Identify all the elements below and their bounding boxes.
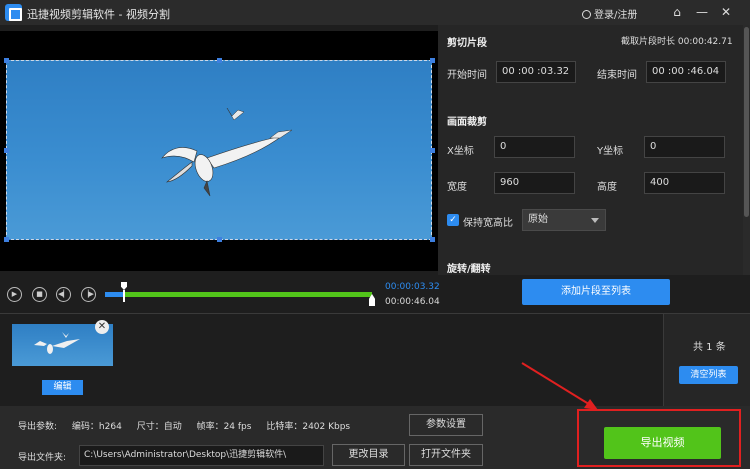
crop-section-title: 画面裁剪 <box>447 117 487 128</box>
params-label: 导出参数: <box>18 422 58 432</box>
settings-button[interactable]: 参数设置 <box>409 414 483 436</box>
start-marker[interactable] <box>121 282 127 307</box>
open-folder-button[interactable]: 打开文件夹 <box>409 444 483 466</box>
fps-value: 帧率：24 fps <box>196 422 252 432</box>
title-bar: 迅捷视频剪辑软件 - 视频分割 登录/注册 ⌂ — ✕ <box>0 0 750 25</box>
panel-scrollbar[interactable] <box>743 25 750 275</box>
login-link[interactable]: 登录/注册 <box>582 6 637 21</box>
crop-area[interactable] <box>6 60 432 240</box>
crop-handle[interactable] <box>217 237 222 242</box>
close-icon[interactable]: ✕ <box>718 4 734 20</box>
video-preview[interactable] <box>0 31 438 271</box>
clip-list: ✕ 编辑 <box>0 314 663 406</box>
crop-handle[interactable] <box>4 58 9 63</box>
check-icon: ✓ <box>449 215 457 225</box>
clip-duration: 截取片段时长 00:00:42.71 <box>621 37 733 47</box>
timeline: ▶ ■ ◀▏ ▕▶ 00:00:03.32 00:00:46.04 <box>0 277 440 313</box>
crop-handle[interactable] <box>4 148 9 153</box>
birds-image <box>161 107 293 197</box>
start-time-label: 开始时间 <box>447 70 487 81</box>
crop-handle[interactable] <box>430 237 435 242</box>
settings-panel: 剪切片段 截取片段时长 00:00:42.71 开始时间 00 :00 :03.… <box>438 25 750 275</box>
keep-ratio-checkbox[interactable]: ✓ <box>447 214 459 226</box>
crop-handle[interactable] <box>430 148 435 153</box>
add-clip-button[interactable]: 添加片段至列表 <box>522 279 670 305</box>
width-input[interactable]: 960 <box>494 172 575 194</box>
next-frame-icon[interactable]: ▕▶ <box>81 287 96 302</box>
user-icon <box>582 10 591 19</box>
x-input[interactable]: 0 <box>494 136 575 158</box>
crop-handle[interactable] <box>217 58 222 63</box>
crop-handle[interactable] <box>430 58 435 63</box>
cut-section-title: 剪切片段 <box>447 38 487 49</box>
play-icon[interactable]: ▶ <box>7 287 22 302</box>
end-time-label: 结束时间 <box>597 70 637 81</box>
y-label: Y坐标 <box>597 146 624 157</box>
app-logo-icon <box>5 4 22 21</box>
x-label: X坐标 <box>447 146 474 157</box>
home-icon[interactable]: ⌂ <box>669 4 685 20</box>
export-video-button[interactable]: 导出视频 <box>604 427 721 459</box>
stop-icon[interactable]: ■ <box>32 287 47 302</box>
change-dir-button[interactable]: 更改目录 <box>332 444 405 466</box>
prev-frame-icon[interactable]: ◀▏ <box>56 287 71 302</box>
crop-handle[interactable] <box>4 237 9 242</box>
current-time: 00:00:03.32 <box>385 282 440 292</box>
clear-list-button[interactable]: 清空列表 <box>679 366 738 384</box>
list-summary: 共 1 条 清空列表 <box>663 314 750 406</box>
remove-clip-icon[interactable]: ✕ <box>95 320 109 334</box>
start-time-input[interactable]: 00 :00 :03.32 <box>496 61 576 83</box>
folder-path-input[interactable]: C:\Users\Administrator\Desktop\迅捷剪辑软件\ <box>79 445 324 466</box>
height-input[interactable]: 400 <box>644 172 725 194</box>
ratio-select[interactable]: 原始 <box>522 209 606 231</box>
bitrate-value: 比特率：2402 Kbps <box>266 422 351 432</box>
folder-label: 导出文件夹: <box>18 453 67 463</box>
export-params: 导出参数: 编码：h264 尺寸：自动 帧率：24 fps 比特率：2402 K… <box>18 419 362 432</box>
timeline-selection[interactable] <box>124 292 372 297</box>
chevron-down-icon <box>591 218 599 223</box>
size-value: 尺寸：自动 <box>136 422 182 432</box>
width-label: 宽度 <box>447 182 467 193</box>
height-label: 高度 <box>597 182 617 193</box>
minimize-icon[interactable]: — <box>694 4 710 20</box>
edit-clip-button[interactable]: 编辑 <box>42 380 83 395</box>
window-title: 迅捷视频剪辑软件 - 视频分割 <box>27 8 170 21</box>
clip-count: 共 1 条 <box>693 342 726 353</box>
y-input[interactable]: 0 <box>644 136 725 158</box>
end-time: 00:00:46.04 <box>385 297 440 307</box>
end-time-input[interactable]: 00 :00 :46.04 <box>646 61 726 83</box>
rotate-section-title: 旋转/翻转 <box>447 264 491 275</box>
codec-value: 编码：h264 <box>71 422 122 432</box>
keep-ratio-label: 保持宽高比 <box>463 218 513 229</box>
